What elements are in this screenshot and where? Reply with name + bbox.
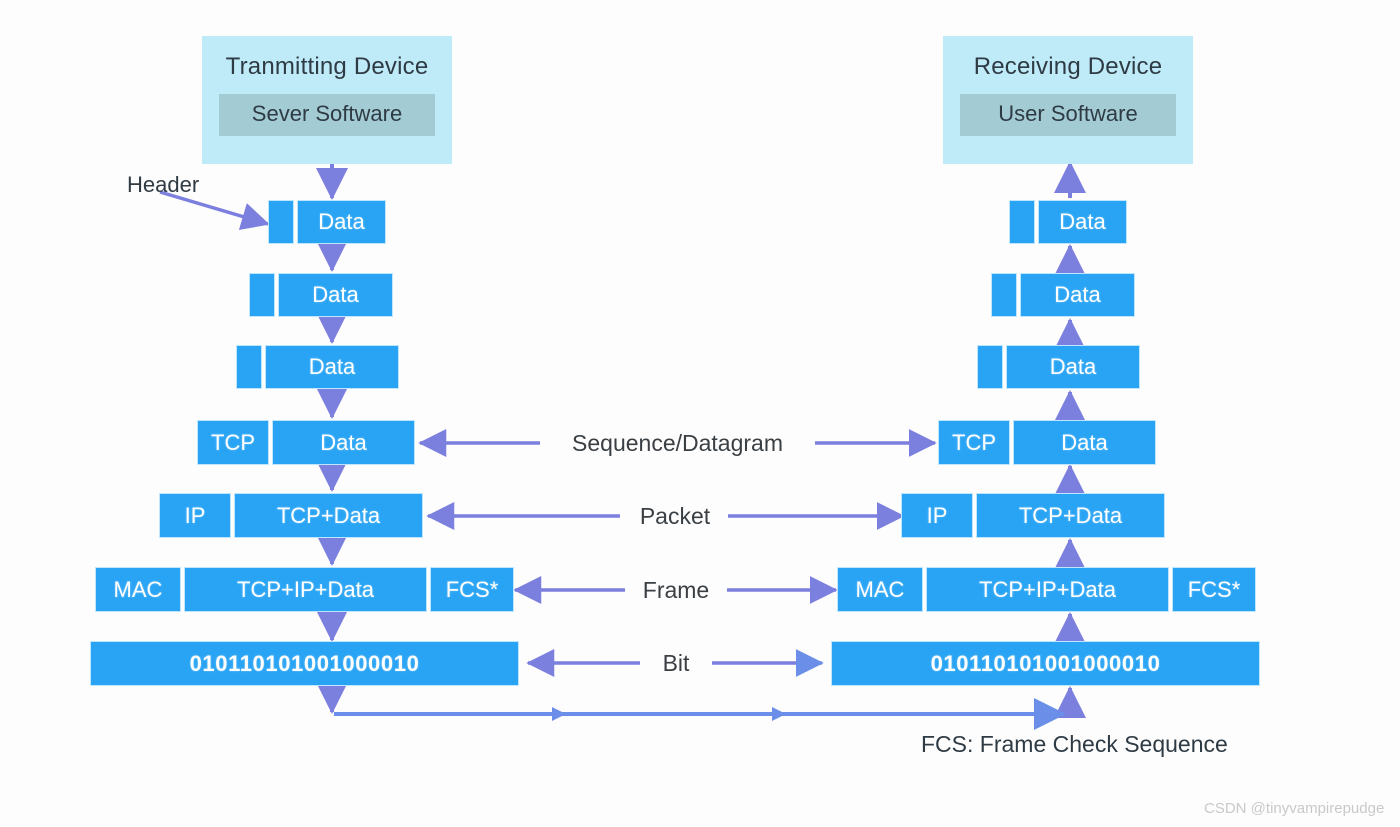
fcs-footnote: FCS: Frame Check Sequence <box>921 731 1228 757</box>
right-mac-fcs: FCS* <box>1172 567 1256 612</box>
transmitting-device-title: Tranmitting Device <box>225 53 429 80</box>
label-packet: Packet <box>639 503 711 529</box>
right-app-data-3-payload: Data <box>1006 345 1140 389</box>
receiving-device-software: User Software <box>960 94 1176 136</box>
left-mac-fcs: FCS* <box>430 567 514 612</box>
receiving-device-box: Receiving Device User Software <box>943 36 1193 164</box>
label-frame: Frame <box>642 577 710 603</box>
left-ip-header: IP <box>159 493 231 538</box>
label-sequence-datagram: Sequence/Datagram <box>572 430 783 456</box>
right-mac-payload: TCP+IP+Data <box>926 567 1169 612</box>
left-physical-bits: 010110101001000010 <box>90 641 519 686</box>
receiving-device-title: Receiving Device <box>973 53 1163 80</box>
left-app-data-3-payload: Data <box>265 345 399 389</box>
right-tcp-header: TCP <box>938 420 1010 465</box>
right-app-data-2-payload: Data <box>1020 273 1135 317</box>
right-app-data-1-payload: Data <box>1038 200 1127 244</box>
right-ip-header: IP <box>901 493 973 538</box>
right-tcp-payload: Data <box>1013 420 1156 465</box>
diagram-canvas: Tranmitting Device Sever Software Receiv… <box>0 0 1400 827</box>
right-physical-bits: 010110101001000010 <box>831 641 1260 686</box>
left-app-data-1-payload: Data <box>297 200 386 244</box>
right-app-data-2-header <box>991 273 1017 317</box>
transmitting-device-box: Tranmitting Device Sever Software <box>202 36 452 164</box>
header-callout-label: Header <box>127 172 200 197</box>
left-mac-header: MAC <box>95 567 181 612</box>
left-tcp-header: TCP <box>197 420 269 465</box>
label-bit: Bit <box>662 650 690 676</box>
left-tcp-payload: Data <box>272 420 415 465</box>
left-ip-payload: TCP+Data <box>234 493 423 538</box>
left-app-data-2-payload: Data <box>278 273 393 317</box>
left-mac-payload: TCP+IP+Data <box>184 567 427 612</box>
transmitting-device-software: Sever Software <box>219 94 435 136</box>
left-app-data-3-header <box>236 345 262 389</box>
csdn-watermark: CSDN @tinyvampirepudge <box>1204 800 1385 817</box>
left-app-data-2-header <box>249 273 275 317</box>
right-mac-header: MAC <box>837 567 923 612</box>
right-app-data-3-header <box>977 345 1003 389</box>
right-ip-payload: TCP+Data <box>976 493 1165 538</box>
right-app-data-1-header <box>1009 200 1035 244</box>
left-app-data-1-header <box>268 200 294 244</box>
